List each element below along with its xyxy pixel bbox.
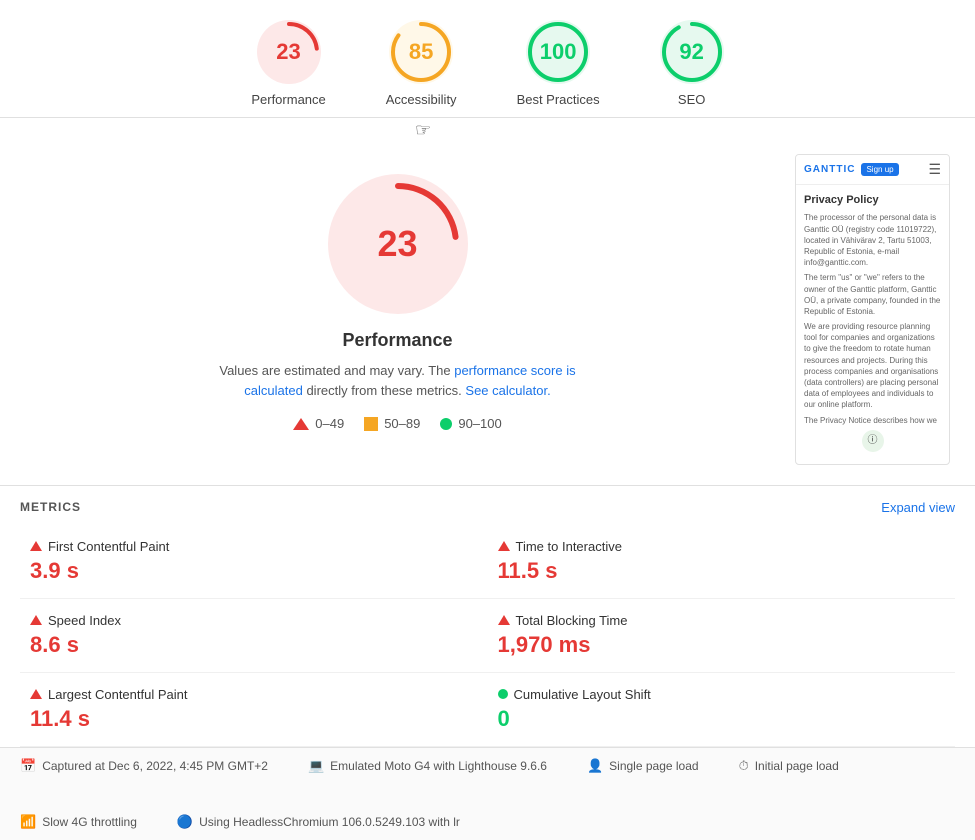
- legend-label-green: 90–100: [458, 416, 501, 431]
- score-circle-performance: 23: [257, 20, 321, 84]
- perf-title: Performance: [342, 330, 452, 351]
- metric-icon-tti: [498, 541, 510, 551]
- legend-label-orange: 50–89: [384, 416, 420, 431]
- metric-item-si: Speed Index 8.6 s: [20, 599, 488, 673]
- footer-item-load-type: 👤 Single page load: [587, 758, 699, 774]
- footer-bar: 📅 Captured at Dec 6, 2022, 4:45 PM GMT+2…: [0, 747, 975, 840]
- footer-item-captured: 📅 Captured at Dec 6, 2022, 4:45 PM GMT+2: [20, 758, 268, 774]
- footer-device-text: Emulated Moto G4 with Lighthouse 9.6.6: [330, 759, 547, 773]
- footer-item-throttling: 📶 Slow 4G throttling: [20, 814, 137, 830]
- big-gauge-value: 23: [377, 223, 417, 265]
- score-item-accessibility[interactable]: 85 Accessibility: [386, 20, 457, 107]
- main-content: 23 Performance Values are estimated and …: [0, 134, 975, 485]
- footer-item-browser: 🔵 Using HeadlessChromium 106.0.5249.103 …: [177, 814, 460, 830]
- metric-name-fcp: First Contentful Paint: [48, 539, 169, 554]
- score-label-best-practices: Best Practices: [517, 92, 600, 107]
- score-label-accessibility: Accessibility: [386, 92, 457, 107]
- preview-para1: The processor of the personal data is Ga…: [804, 212, 941, 268]
- metrics-section: METRICS Expand view First Contentful Pai…: [0, 485, 975, 747]
- preview-menu-icon[interactable]: ☰: [928, 161, 941, 178]
- expand-view-button[interactable]: Expand view: [881, 500, 955, 515]
- metric-item-cls: Cumulative Layout Shift 0: [488, 673, 956, 747]
- metric-item-lcp: Largest Contentful Paint 11.4 s: [20, 673, 488, 747]
- metrics-grid: First Contentful Paint 3.9 s Time to Int…: [20, 525, 955, 747]
- metric-label-cls: Cumulative Layout Shift: [498, 687, 946, 702]
- score-circle-best-practices: 100: [526, 20, 590, 84]
- footer-load-type-text: Single page load: [609, 759, 698, 773]
- metric-label-lcp: Largest Contentful Paint: [30, 687, 478, 702]
- metrics-header: METRICS Expand view: [20, 486, 955, 525]
- calendar-icon: 📅: [20, 758, 36, 774]
- legend-item-red: 0–49: [293, 416, 344, 431]
- metric-value-tbt: 1,970 ms: [498, 632, 946, 658]
- footer-throttling-text: Slow 4G throttling: [42, 815, 137, 829]
- score-bar: 23 Performance 85 Accessibility 100 Best…: [0, 0, 975, 118]
- score-label-seo: SEO: [678, 92, 705, 107]
- footer-item-device: 💻 Emulated Moto G4 with Lighthouse 9.6.6: [308, 758, 547, 774]
- timer-icon: ⏱: [739, 758, 749, 774]
- score-item-performance[interactable]: 23 Performance: [251, 20, 325, 107]
- score-item-best-practices[interactable]: 100 Best Practices: [517, 20, 600, 107]
- metric-label-tti: Time to Interactive: [498, 539, 946, 554]
- footer-captured-text: Captured at Dec 6, 2022, 4:45 PM GMT+2: [42, 759, 268, 773]
- user-icon: 👤: [587, 758, 603, 774]
- metrics-title: METRICS: [20, 500, 81, 514]
- metric-icon-fcp: [30, 541, 42, 551]
- legend-item-green: 90–100: [440, 416, 501, 431]
- metric-name-lcp: Largest Contentful Paint: [48, 687, 187, 702]
- perf-desc: Values are estimated and may vary. The p…: [198, 361, 598, 400]
- metric-item-fcp: First Contentful Paint 3.9 s: [20, 525, 488, 599]
- metric-value-tti: 11.5 s: [498, 558, 946, 584]
- right-panel: GANTTIC Sign up ☰ Privacy Policy The pro…: [795, 154, 955, 465]
- score-circle-accessibility: 85: [389, 20, 453, 84]
- score-label-performance: Performance: [251, 92, 325, 107]
- preview-header: GANTTIC Sign up ☰: [796, 155, 949, 185]
- preview-logo: GANTTIC: [804, 164, 855, 175]
- preview-signup-button[interactable]: Sign up: [861, 163, 898, 176]
- big-gauge: 23: [328, 174, 468, 314]
- browser-icon: 🔵: [177, 814, 193, 830]
- metric-icon-si: [30, 615, 42, 625]
- preview-para4: The Privacy Notice describes how we: [804, 415, 941, 426]
- metric-item-tti: Time to Interactive 11.5 s: [488, 525, 956, 599]
- metric-value-cls: 0: [498, 706, 946, 732]
- calculator-link[interactable]: See calculator.: [465, 383, 550, 398]
- preview-box: GANTTIC Sign up ☰ Privacy Policy The pro…: [795, 154, 950, 465]
- metric-icon-lcp: [30, 689, 42, 699]
- metric-name-tbt: Total Blocking Time: [516, 613, 628, 628]
- metric-icon-tbt: [498, 615, 510, 625]
- score-item-seo[interactable]: 92 SEO: [660, 20, 724, 107]
- legend-item-orange: 50–89: [364, 416, 420, 431]
- metric-label-fcp: First Contentful Paint: [30, 539, 478, 554]
- preview-badge: ⓘ: [862, 430, 884, 452]
- footer-browser-text: Using HeadlessChromium 106.0.5249.103 wi…: [199, 815, 460, 829]
- legend: 0–49 50–89 90–100: [293, 416, 501, 431]
- device-icon: 💻: [308, 758, 324, 774]
- preview-para2: The term "us" or "we" refers to the owne…: [804, 272, 941, 317]
- footer-page-load-text: Initial page load: [755, 759, 839, 773]
- legend-label-red: 0–49: [315, 416, 344, 431]
- legend-icon-orange: [364, 417, 378, 431]
- metric-value-si: 8.6 s: [30, 632, 478, 658]
- metric-name-cls: Cumulative Layout Shift: [514, 687, 651, 702]
- metric-label-si: Speed Index: [30, 613, 478, 628]
- metric-name-tti: Time to Interactive: [516, 539, 622, 554]
- legend-icon-red: [293, 418, 309, 430]
- metric-value-lcp: 11.4 s: [30, 706, 478, 732]
- footer-item-page-load: ⏱ Initial page load: [739, 758, 839, 774]
- metric-name-si: Speed Index: [48, 613, 121, 628]
- legend-icon-green: [440, 418, 452, 430]
- metric-icon-cls: [498, 689, 508, 699]
- signal-icon: 📶: [20, 814, 36, 830]
- metric-item-tbt: Total Blocking Time 1,970 ms: [488, 599, 956, 673]
- metric-label-tbt: Total Blocking Time: [498, 613, 946, 628]
- preview-heading: Privacy Policy: [804, 193, 941, 208]
- score-circle-seo: 92: [660, 20, 724, 84]
- metric-value-fcp: 3.9 s: [30, 558, 478, 584]
- preview-para3: We are providing resource planning tool …: [804, 321, 941, 411]
- left-panel: 23 Performance Values are estimated and …: [0, 154, 795, 465]
- preview-content: Privacy Policy The processor of the pers…: [796, 185, 949, 464]
